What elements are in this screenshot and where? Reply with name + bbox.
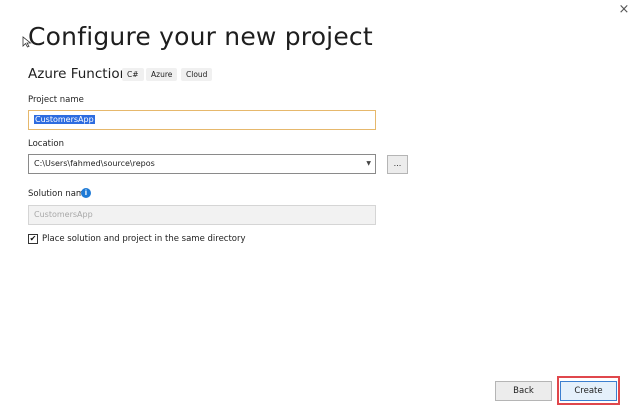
- tag-azure: Azure: [146, 68, 178, 81]
- solution-name-input: CustomersApp: [28, 205, 376, 225]
- tag-csharp: C#: [122, 68, 144, 81]
- solution-name-placeholder: CustomersApp: [34, 210, 93, 219]
- location-combobox[interactable]: C:\Users\fahmed\source\repos ▼: [28, 154, 376, 174]
- browse-button[interactable]: ...: [387, 155, 408, 174]
- tag-cloud: Cloud: [181, 68, 213, 81]
- place-same-dir-label[interactable]: Place solution and project in the same d…: [42, 234, 246, 244]
- back-button[interactable]: Back: [495, 381, 552, 401]
- project-name-value: CustomersApp: [34, 115, 95, 124]
- template-name: Azure Functions: [28, 66, 136, 82]
- info-icon[interactable]: i: [81, 188, 91, 198]
- project-name-label: Project name: [28, 95, 84, 105]
- chevron-down-icon[interactable]: ▼: [366, 155, 371, 173]
- create-highlight-box: [557, 376, 620, 405]
- location-label: Location: [28, 139, 64, 149]
- location-value: C:\Users\fahmed\source\repos: [34, 159, 155, 168]
- page-title: Configure your new project: [28, 22, 373, 51]
- close-icon[interactable]: ×: [616, 2, 632, 18]
- place-same-dir-checkbox[interactable]: ✔: [28, 234, 38, 244]
- project-name-input[interactable]: CustomersApp: [28, 110, 376, 130]
